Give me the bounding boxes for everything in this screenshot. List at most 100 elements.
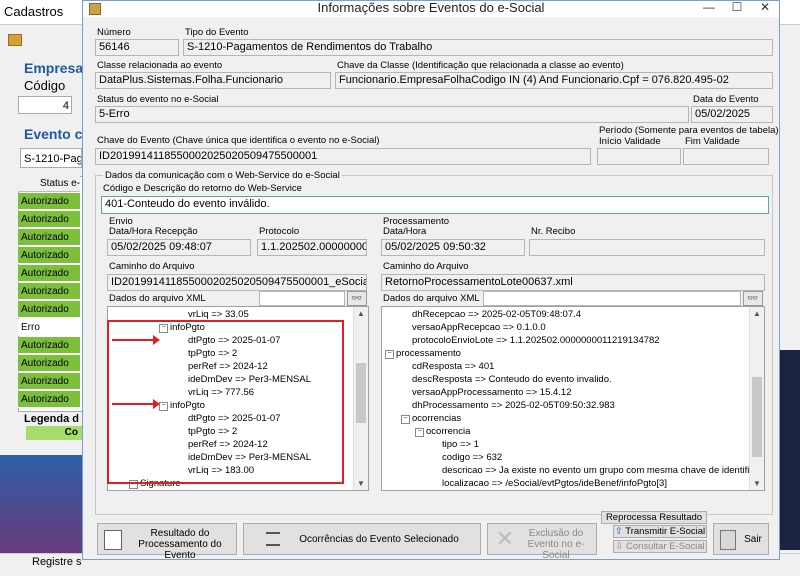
background-grid-header: Status e-S [18,176,80,192]
proc-datahora-label: Data/Hora [383,226,427,237]
tree-node[interactable]: ocorrencias [412,413,461,425]
periodo-label: Período (Somente para eventos de tabela) [599,125,779,136]
background-codigo-field[interactable]: 4 [18,96,72,114]
exit-door-icon [720,530,736,550]
comm-group-label: Dados da comunicação com o Web-Service d… [103,170,342,181]
tree-leaf[interactable]: versaoAppRecepcao => 0.1.0.0 [412,322,546,334]
scroll-thumb[interactable] [752,377,762,457]
minimize-button[interactable]: — [695,1,723,15]
xml-proc-search-input[interactable] [483,291,741,306]
numero-field[interactable]: 56146 [95,39,179,56]
protocolo-field[interactable]: 1.1.202502.000000001 [257,239,367,256]
tipo-evento-label: Tipo do Evento [185,27,249,38]
background-grid-row[interactable]: Autorizado [18,229,80,246]
caminho-envio-label: Caminho do Arquivo [109,261,195,272]
xml-envio-label: Dados do arquivo XML [109,293,206,304]
inicio-validade-field[interactable] [597,148,681,165]
envio-datahora-field[interactable]: 05/02/2025 09:48:07 [107,239,251,256]
xml-envio-scrollbar[interactable]: ▲ ▼ [353,307,368,490]
chave-classe-field[interactable]: Funcionario.EmpresaFolhaCodigo IN (4) An… [335,72,773,89]
inicio-validade-label: Início Validade [599,136,661,147]
exclusao-evento-button[interactable]: ✕ Exclusão do Evento no e-Social [487,523,597,561]
scroll-up-icon[interactable]: ▲ [750,307,764,320]
envio-datahora-label: Data/Hora Recepção [109,226,198,237]
xml-proc-tree[interactable]: dhRecepcao => 2025-02-05T09:48:07.4 versa… [381,306,765,491]
tree-expander[interactable]: − [401,415,410,424]
scroll-up-icon[interactable]: ▲ [354,307,368,320]
scroll-thumb[interactable] [356,363,366,423]
arrow-icon [112,399,160,409]
protocolo-label: Protocolo [259,226,300,237]
binoculars-icon[interactable]: 👓 [743,291,763,306]
desktop-background-right [778,350,800,550]
document-icon [104,530,122,550]
background-window-title: Cadastros [4,4,64,19]
fim-validade-field[interactable] [683,148,769,165]
background-grid-row[interactable]: Autorizado [18,265,80,282]
tree-node[interactable]: processamento [396,348,461,360]
tipo-evento-field[interactable]: S-1210-Pagamentos de Rendimentos do Trab… [183,39,773,56]
transmitir-esocial-button[interactable]: ⇧ Transmitir E-Social [613,525,707,538]
classe-field[interactable]: DataPlus.Sistemas.Folha.Funcionario [95,72,331,89]
query-icon: ⇩ [615,541,626,552]
tree-node[interactable]: ocorrencia [426,426,470,438]
sair-button[interactable]: Sair [713,523,769,555]
delete-x-icon: ✕ [495,526,515,551]
background-event-combo[interactable]: S-1210-Pag [20,148,82,168]
status-field[interactable]: 5-Erro [95,106,689,123]
maximize-button[interactable]: ☐ [723,1,751,15]
xml-proc-scrollbar[interactable]: ▲ ▼ [749,307,764,490]
scroll-down-icon[interactable]: ▼ [750,477,764,490]
chave-evento-field[interactable]: ID2019914118550002025020509475500001 [95,148,591,165]
tree-leaf[interactable]: cdResposta => 401 [412,361,494,373]
tree-leaf[interactable]: descResposta => Conteudo do evento inval… [412,374,612,386]
tree-expander[interactable]: − [415,428,424,437]
caminho-proc-field[interactable]: RetornoProcessamentoLote00637.xml [381,274,765,291]
consultar-esocial-button[interactable]: ⇩ Consultar E-Social [613,540,707,553]
background-codigo-label: Código [24,78,66,93]
background-grid-row[interactable]: Erro [18,319,80,336]
tree-leaf[interactable]: codigo => 632 [442,452,502,464]
close-button[interactable]: ✕ [751,1,779,15]
caminho-proc-label: Caminho do Arquivo [383,261,469,272]
retorno-label: Código e Descrição do retorno do Web-Ser… [103,183,302,194]
background-grid-row[interactable]: Autorizado [18,355,80,372]
chave-evento-label: Chave do Evento (Chave única que identif… [97,135,380,146]
reprocessa-resultado-button[interactable]: Reprocessa Resultado [601,511,707,524]
highlight-box [107,320,344,484]
background-section-empresa: Empresa [24,60,84,76]
tree-leaf[interactable]: tipo => 1 [442,439,479,451]
background-grid-row[interactable]: Autorizado [18,391,80,408]
resultado-processamento-button[interactable]: Resultado do Processamento do Evento [97,523,237,561]
xml-envio-search-input[interactable] [259,291,345,306]
data-evento-field[interactable]: 05/02/2025 [691,106,773,123]
classe-label: Classe relacionada ao evento [97,60,223,71]
transmit-icon: ⇧ [614,526,626,537]
fim-validade-label: Fim Validade [685,136,740,147]
background-grid-row[interactable]: Autorizado [18,337,80,354]
arrow-icon [112,335,160,345]
binoculars-icon[interactable]: 👓 [347,291,367,306]
background-grid-row[interactable]: Autorizado [18,373,80,390]
retorno-field[interactable]: 401-Conteudo do evento inválido. [101,196,769,214]
tree-leaf[interactable]: dhRecepcao => 2025-02-05T09:48:07.4 [412,309,581,321]
tree-leaf[interactable]: localizacao => /eSocial/evtPgtos/ideBene… [442,478,667,490]
tree-leaf[interactable]: versaoAppProcessamento => 15.4.12 [412,387,572,399]
background-grid-row[interactable]: Autorizado [18,211,80,228]
app-icon [8,34,22,46]
tree-leaf[interactable]: protocoloEnvioLote => 1.1.202502.0000000… [412,335,660,347]
caminho-envio-field[interactable]: ID2019914118550002025020509475500001_eSo… [107,274,367,291]
data-evento-label: Data do Evento [693,94,759,105]
background-grid-row[interactable]: Autorizado [18,283,80,300]
background-grid-row[interactable]: Autorizado [18,247,80,264]
proc-datahora-field[interactable]: 05/02/2025 09:50:32 [381,239,525,256]
background-grid-row[interactable]: Autorizado [18,193,80,210]
nr-recibo-field[interactable] [529,239,765,256]
tree-leaf[interactable]: descricao => Ja existe no evento um grup… [442,465,764,477]
tree-leaf[interactable]: dhProcessamento => 2025-02-05T09:50:32.9… [412,400,615,412]
ocorrencias-button[interactable]: Ocorrências do Evento Selecionado [243,523,481,555]
background-grid-row[interactable]: Autorizado [18,301,80,318]
tree-expander[interactable]: − [385,350,394,359]
background-status-text: Registre s [32,556,82,568]
scroll-down-icon[interactable]: ▼ [354,477,368,490]
